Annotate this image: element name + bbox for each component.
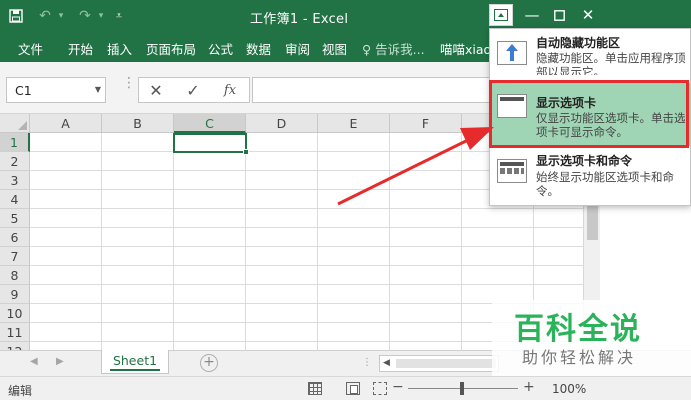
sheet-prev-icon[interactable]: ◀ [30, 356, 38, 367]
tab-file[interactable]: 文件 [18, 39, 43, 58]
tell-me-box[interactable]: ♀ 告诉我... [362, 39, 425, 58]
watermark-sub-text: 助你轻松解决 [522, 348, 637, 367]
row-header-10[interactable]: 10 [0, 304, 30, 323]
minimize-button[interactable]: — [519, 4, 545, 26]
name-box-value: C1 [15, 83, 32, 98]
menu-item-desc: 隐藏功能区。单击应用程序顶部以显示它。 [536, 51, 686, 75]
ribbon-display-options-button[interactable] [489, 4, 513, 26]
add-sheet-icon[interactable]: + [200, 354, 218, 372]
undo-dropdown-icon[interactable]: ▾ [50, 5, 72, 27]
select-all-button[interactable] [0, 114, 30, 133]
watermark: 百科全说 助你轻松解决 [492, 300, 691, 376]
active-cell-c1[interactable] [173, 133, 247, 153]
status-bar: 编辑 − + 100% [0, 376, 691, 400]
resize-handle-icon[interactable]: ⋮ [122, 76, 136, 90]
row-header-7[interactable]: 7 [0, 247, 30, 266]
menu-item-title: 显示选项卡和命令 [536, 154, 633, 168]
tab-page-layout[interactable]: 页面布局 [146, 39, 196, 58]
column-header-e[interactable]: E [318, 114, 390, 133]
close-button[interactable]: ✕ [575, 4, 601, 26]
enter-icon[interactable]: ✓ [177, 77, 209, 103]
zoom-out-icon[interactable]: − [392, 379, 404, 395]
normal-view-icon[interactable] [308, 382, 322, 395]
row-header-11[interactable]: 11 [0, 323, 30, 342]
status-mode: 编辑 [8, 384, 33, 398]
column-header-b[interactable]: B [102, 114, 174, 133]
menu-item-show-tabs-and-commands[interactable]: 显示选项卡和命令 始终显示功能区选项卡和命令。 [490, 149, 691, 205]
tab-split-handle-icon[interactable]: ⋮ [362, 357, 373, 368]
row-header-2[interactable]: 2 [0, 152, 30, 171]
vertical-scroll-thumb[interactable] [587, 204, 598, 240]
page-break-view-icon[interactable] [373, 382, 387, 395]
row-header-8[interactable]: 8 [0, 266, 30, 285]
sheet-next-icon[interactable]: ▶ [56, 356, 64, 367]
watermark-main-text: 百科全说 [514, 312, 642, 347]
zoom-level[interactable]: 100% [552, 382, 586, 396]
column-header-c[interactable]: C [174, 114, 246, 133]
customize-quick-access-icon[interactable]: ⩡ [108, 5, 130, 27]
column-header-d[interactable]: D [246, 114, 318, 133]
column-header-a[interactable]: A [30, 114, 102, 133]
menu-item-desc: 始终显示功能区选项卡和命令。 [536, 170, 674, 198]
row-header-9[interactable]: 9 [0, 285, 30, 304]
auto-hide-ribbon-icon [497, 41, 527, 65]
row-header-1[interactable]: 1 [0, 133, 30, 152]
horizontal-scroll-thumb[interactable] [396, 359, 496, 368]
insert-function-icon[interactable]: fx [214, 77, 246, 103]
scroll-left-icon[interactable]: ◀ [383, 358, 390, 368]
name-box[interactable]: C1 ▼ [6, 77, 106, 103]
tell-me-text: 告诉我... [375, 42, 425, 57]
tab-home[interactable]: 开始 [68, 39, 93, 58]
zoom-in-icon[interactable]: + [523, 379, 535, 395]
fill-handle[interactable] [243, 149, 249, 155]
row-header-6[interactable]: 6 [0, 228, 30, 247]
column-header-f[interactable]: F [390, 114, 462, 133]
name-box-dropdown-icon[interactable]: ▼ [95, 85, 101, 94]
annotation-highlight-box [489, 80, 689, 148]
tab-data[interactable]: 数据 [246, 39, 271, 58]
cancel-icon[interactable]: ✕ [140, 77, 172, 103]
tab-formulas[interactable]: 公式 [208, 39, 233, 58]
row-header-12[interactable]: 12 [0, 342, 30, 350]
row-header-3[interactable]: 3 [0, 171, 30, 190]
row-header-5[interactable]: 5 [0, 209, 30, 228]
horizontal-scrollbar[interactable]: ◀ [379, 355, 499, 372]
save-icon[interactable] [5, 5, 27, 27]
sheet-tab-sheet1[interactable]: Sheet1 [101, 350, 169, 374]
tab-view[interactable]: 视图 [322, 39, 347, 58]
tab-review[interactable]: 审阅 [285, 39, 310, 58]
row-header-4[interactable]: 4 [0, 190, 30, 209]
menu-item-auto-hide-ribbon[interactable]: 自动隐藏功能区 隐藏功能区。单击应用程序顶部以显示它。 [490, 29, 691, 81]
menu-item-title: 自动隐藏功能区 [536, 36, 621, 50]
window-title: 工作簿1 - Excel [250, 12, 349, 27]
maximize-button[interactable] [546, 4, 572, 26]
tab-insert[interactable]: 插入 [107, 39, 132, 58]
user-account[interactable]: 喵喵xiao [440, 39, 491, 58]
page-layout-view-icon[interactable] [346, 382, 360, 395]
lightbulb-icon: ♀ [362, 42, 372, 57]
show-tabs-commands-icon [497, 159, 527, 183]
zoom-slider-knob[interactable] [460, 382, 464, 395]
